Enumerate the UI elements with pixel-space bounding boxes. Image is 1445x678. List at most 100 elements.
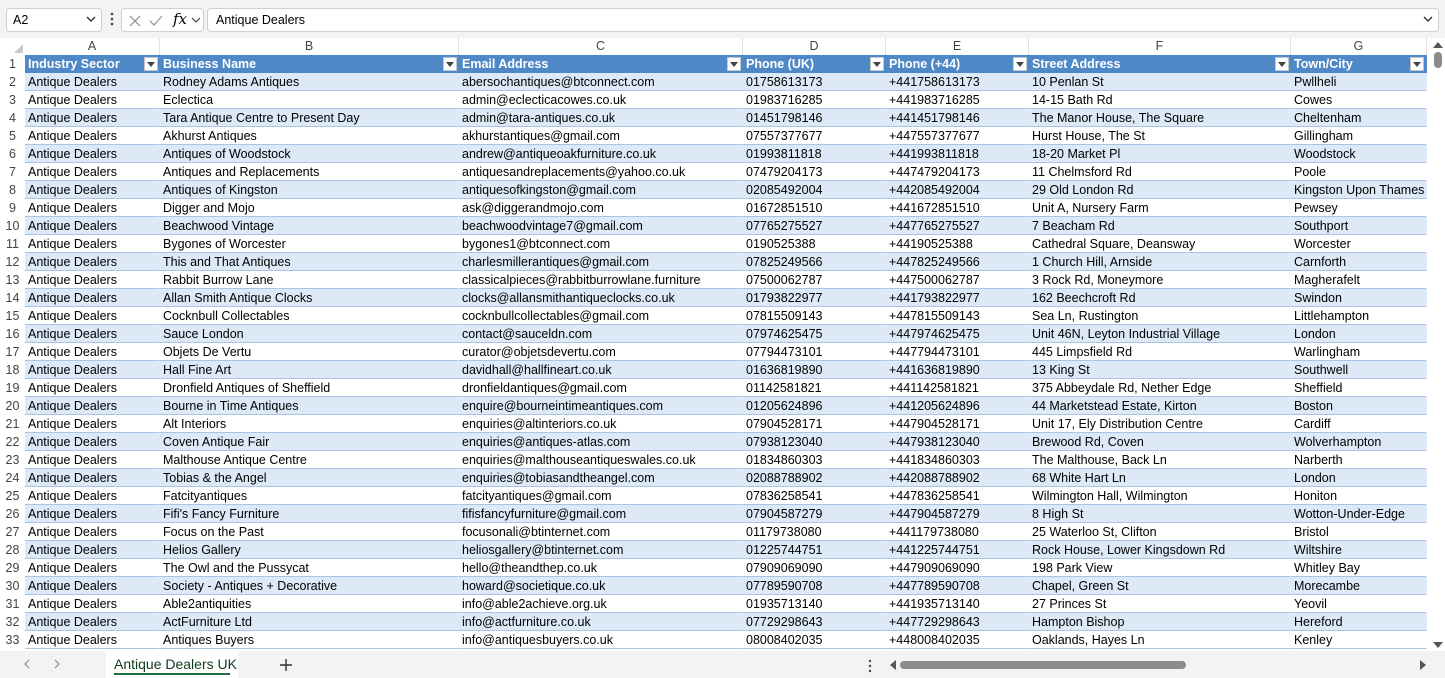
cell-phone-44[interactable]: +441983716285 [886, 91, 1029, 109]
filter-dropdown-icon[interactable] [870, 57, 884, 71]
row-header[interactable]: 14 [0, 289, 25, 307]
add-sheet-icon[interactable] [278, 657, 294, 673]
cell-email-address[interactable]: akhurstantiques@gmail.com [459, 127, 743, 145]
cell-phone-44[interactable]: +441793822977 [886, 289, 1029, 307]
column-header-c[interactable]: C [459, 38, 743, 55]
cell-email-address[interactable]: beachwoodvintage7@gmail.com [459, 217, 743, 235]
cell-email-address[interactable]: info@actfurniture.co.uk [459, 613, 743, 631]
row-header[interactable]: 30 [0, 577, 25, 595]
cell-town-city[interactable]: Littlehampton [1291, 307, 1427, 325]
cell-industry-sector[interactable]: Antique Dealers [25, 253, 160, 271]
scroll-right-icon[interactable] [1418, 660, 1428, 670]
cell-town-city[interactable]: Southwell [1291, 361, 1427, 379]
row-header[interactable]: 6 [0, 145, 25, 163]
cell-business-name[interactable]: Bourne in Time Antiques [160, 397, 459, 415]
sheet-tab-antique-dealers-uk[interactable]: Antique Dealers UK [106, 651, 238, 678]
cell-phone-44[interactable]: +447904528171 [886, 415, 1029, 433]
cell-industry-sector[interactable]: Antique Dealers [25, 523, 160, 541]
cell-email-address[interactable]: info@able2achieve.org.uk [459, 595, 743, 613]
cell-town-city[interactable]: Woodstock [1291, 145, 1427, 163]
cell-business-name[interactable]: Bygones of Worcester [160, 235, 459, 253]
cell-phone-uk[interactable]: 07909069090 [743, 559, 886, 577]
cell-town-city[interactable]: Bristol [1291, 523, 1427, 541]
row-header[interactable]: 32 [0, 613, 25, 631]
header-email-address[interactable]: Email Address [459, 55, 743, 73]
cell-email-address[interactable]: clocks@allansmithantiqueclocks.co.uk [459, 289, 743, 307]
cell-phone-44[interactable]: +441993811818 [886, 145, 1029, 163]
cell-phone-44[interactable]: +447825249566 [886, 253, 1029, 271]
cell-town-city[interactable]: Kingston Upon Thames [1291, 181, 1427, 199]
row-header[interactable]: 33 [0, 631, 25, 649]
header-street-address[interactable]: Street Address [1029, 55, 1291, 73]
cell-street-address[interactable]: Cathedral Square, Deansway [1029, 235, 1291, 253]
cell-street-address[interactable]: Unit A, Nursery Farm [1029, 199, 1291, 217]
cell-phone-44[interactable]: +441179738080 [886, 523, 1029, 541]
cell-street-address[interactable]: 14-15 Bath Rd [1029, 91, 1291, 109]
cell-email-address[interactable]: fatcityantiques@gmail.com [459, 487, 743, 505]
cell-town-city[interactable]: Sheffield [1291, 379, 1427, 397]
cell-email-address[interactable]: enquiries@antiques-atlas.com [459, 433, 743, 451]
cell-phone-uk[interactable]: 01142581821 [743, 379, 886, 397]
row-header[interactable]: 2 [0, 73, 25, 91]
cell-business-name[interactable]: Sauce London [160, 325, 459, 343]
cell-industry-sector[interactable]: Antique Dealers [25, 307, 160, 325]
cell-phone-44[interactable]: +442088788902 [886, 469, 1029, 487]
cell-street-address[interactable]: Brewood Rd, Coven [1029, 433, 1291, 451]
cell-business-name[interactable]: Tara Antique Centre to Present Day [160, 109, 459, 127]
cell-street-address[interactable]: Oaklands, Hayes Ln [1029, 631, 1291, 649]
cell-phone-uk[interactable]: 07789590708 [743, 577, 886, 595]
cell-business-name[interactable]: Rabbit Burrow Lane [160, 271, 459, 289]
previous-sheet-icon[interactable] [21, 658, 33, 670]
column-header-g[interactable]: G [1291, 38, 1427, 55]
row-header[interactable]: 10 [0, 217, 25, 235]
row-header[interactable]: 13 [0, 271, 25, 289]
cell-street-address[interactable]: 375 Abbeydale Rd, Nether Edge [1029, 379, 1291, 397]
cell-phone-44[interactable]: +447909069090 [886, 559, 1029, 577]
cell-email-address[interactable]: bygones1@btconnect.com [459, 235, 743, 253]
cell-email-address[interactable]: hello@theandthep.co.uk [459, 559, 743, 577]
cell-industry-sector[interactable]: Antique Dealers [25, 397, 160, 415]
cell-industry-sector[interactable]: Antique Dealers [25, 217, 160, 235]
row-header[interactable]: 26 [0, 505, 25, 523]
select-all-corner[interactable] [0, 38, 25, 55]
row-header[interactable]: 24 [0, 469, 25, 487]
cell-phone-44[interactable]: +447479204173 [886, 163, 1029, 181]
cell-business-name[interactable]: Fifi's Fancy Furniture [160, 505, 459, 523]
cell-street-address[interactable]: 7 Beacham Rd [1029, 217, 1291, 235]
cell-business-name[interactable]: Objets De Vertu [160, 343, 459, 361]
cell-phone-uk[interactable]: 07825249566 [743, 253, 886, 271]
cell-industry-sector[interactable]: Antique Dealers [25, 343, 160, 361]
cell-email-address[interactable]: ask@diggerandmojo.com [459, 199, 743, 217]
cell-phone-uk[interactable]: 07836258541 [743, 487, 886, 505]
cell-email-address[interactable]: focusonali@btinternet.com [459, 523, 743, 541]
cell-industry-sector[interactable]: Antique Dealers [25, 631, 160, 649]
cell-phone-44[interactable]: +447557377677 [886, 127, 1029, 145]
cell-town-city[interactable]: Pwllheli [1291, 73, 1427, 91]
cell-phone-44[interactable]: +447500062787 [886, 271, 1029, 289]
cell-town-city[interactable]: London [1291, 325, 1427, 343]
column-header-b[interactable]: B [160, 38, 459, 55]
cell-town-city[interactable]: Narberth [1291, 451, 1427, 469]
cell-email-address[interactable]: andrew@antiqueoakfurniture.co.uk [459, 145, 743, 163]
cell-business-name[interactable]: Malthouse Antique Centre [160, 451, 459, 469]
cell-industry-sector[interactable]: Antique Dealers [25, 469, 160, 487]
cell-town-city[interactable]: Poole [1291, 163, 1427, 181]
cell-email-address[interactable]: enquiries@altinteriors.co.uk [459, 415, 743, 433]
cell-industry-sector[interactable]: Antique Dealers [25, 325, 160, 343]
cell-street-address[interactable]: Rock House, Lower Kingsdown Rd [1029, 541, 1291, 559]
cell-street-address[interactable]: Wilmington Hall, Wilmington [1029, 487, 1291, 505]
cell-phone-uk[interactable]: 08008402035 [743, 631, 886, 649]
cell-business-name[interactable]: Society - Antiques + Decorative [160, 577, 459, 595]
cell-street-address[interactable]: 162 Beechcroft Rd [1029, 289, 1291, 307]
cell-street-address[interactable]: 8 High St [1029, 505, 1291, 523]
cell-street-address[interactable]: Sea Ln, Rustington [1029, 307, 1291, 325]
cell-town-city[interactable]: Swindon [1291, 289, 1427, 307]
cell-town-city[interactable]: Hereford [1291, 613, 1427, 631]
cell-business-name[interactable]: Helios Gallery [160, 541, 459, 559]
cell-phone-uk[interactable]: 07794473101 [743, 343, 886, 361]
cell-phone-uk[interactable]: 07904587279 [743, 505, 886, 523]
cell-phone-uk[interactable]: 01935713140 [743, 595, 886, 613]
cell-industry-sector[interactable]: Antique Dealers [25, 505, 160, 523]
row-header[interactable]: 12 [0, 253, 25, 271]
cell-email-address[interactable]: enquire@bourneintimeantiques.com [459, 397, 743, 415]
